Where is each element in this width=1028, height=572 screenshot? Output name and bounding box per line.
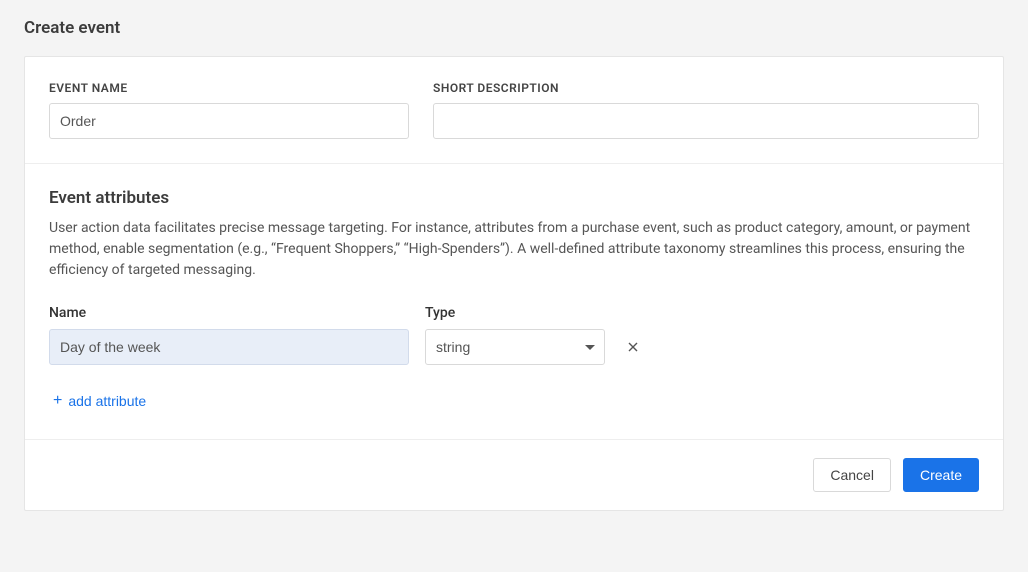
basic-info-section: EVENT NAME SHORT DESCRIPTION [25,57,1003,163]
short-description-label: SHORT DESCRIPTION [433,81,979,95]
add-attribute-label: add attribute [68,393,146,409]
create-button[interactable]: Create [903,458,979,492]
remove-attribute-button[interactable] [621,329,645,365]
plus-icon: + [53,393,62,409]
footer-actions: Cancel Create [25,440,1003,510]
attribute-row: Name Type string [49,305,979,365]
attribute-name-input[interactable] [49,329,409,365]
attribute-type-label: Type [425,305,605,321]
add-attribute-button[interactable]: + add attribute [49,387,150,415]
page-title: Create event [24,18,1004,38]
attribute-type-select[interactable]: string [425,329,605,365]
event-name-input[interactable] [49,103,409,139]
attributes-section: Event attributes User action data facili… [25,164,1003,439]
attribute-name-label: Name [49,305,409,321]
cancel-button[interactable]: Cancel [813,458,891,492]
close-icon [628,339,638,355]
event-name-label: EVENT NAME [49,81,409,95]
create-event-card: EVENT NAME SHORT DESCRIPTION Event attri… [24,56,1004,511]
attributes-description: User action data facilitates precise mes… [49,218,979,281]
short-description-input[interactable] [433,103,979,139]
attributes-title: Event attributes [49,188,979,208]
